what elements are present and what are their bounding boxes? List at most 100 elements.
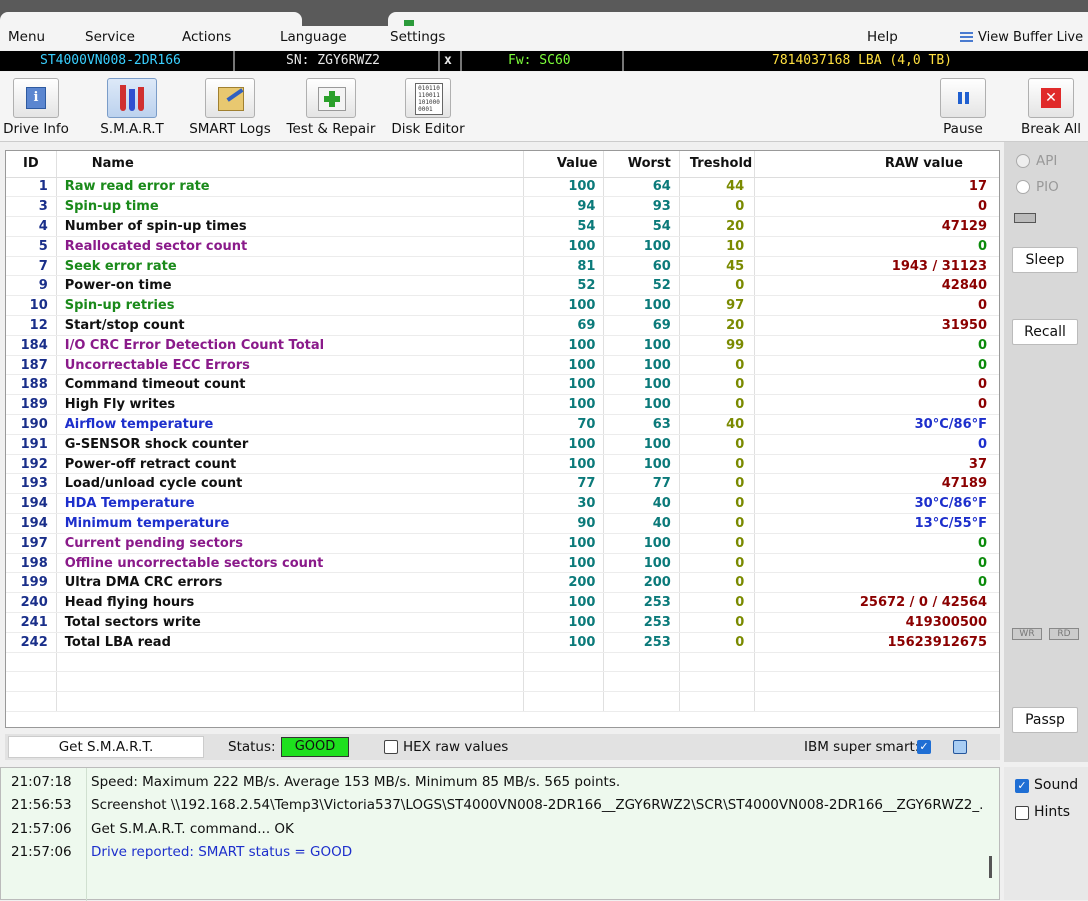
attr-value: 100: [523, 355, 604, 376]
table-row[interactable]: 3 Spin-up time 94 93 0 0: [6, 196, 999, 218]
table-row[interactable]: 194 Minimum temperature 90 40 0 13°C/55°F: [6, 513, 999, 534]
log-time: 21:57:06: [11, 844, 72, 860]
rd-indicator: RD: [1049, 628, 1079, 640]
table-row[interactable]: 198 Offline uncorrectable sectors count 10…: [6, 553, 999, 574]
table-row[interactable]: 240 Head flying hours 100 253 0 25672 / 0 / 4…: [6, 592, 999, 614]
attr-name: Minimum temperature: [56, 513, 524, 534]
table-row[interactable]: 184 I/O CRC Error Detection Count Total 10…: [6, 335, 999, 356]
col-header-threshold[interactable]: Treshold: [678, 151, 755, 178]
table-row[interactable]: 188 Command timeout count 100 100 0 0: [6, 374, 999, 396]
menu-item-language[interactable]: Language: [280, 29, 347, 45]
attr-value: 200: [523, 572, 604, 594]
attr-value: 100: [523, 335, 604, 356]
table-row[interactable]: 12 Start/stop count 69 69 20 31950: [6, 315, 999, 336]
hex-raw-label: HEX raw values: [403, 739, 509, 755]
table-row[interactable]: 187 Uncorrectable ECC Errors 100 100 0 0: [6, 355, 999, 376]
passp-button[interactable]: Passp: [1012, 707, 1078, 733]
break-all-button[interactable]: ✕ Break All: [1001, 78, 1088, 137]
menu-item-service[interactable]: Service: [85, 29, 135, 45]
recall-button[interactable]: Recall: [1012, 319, 1078, 345]
divider: [622, 51, 624, 71]
smart-button[interactable]: S.M.A.R.T: [82, 78, 182, 137]
pause-button[interactable]: Pause: [913, 78, 1013, 137]
smart-attributes-table: ID Name Value Worst Treshold RAW value 1…: [5, 150, 1000, 728]
attr-value: 90: [523, 513, 604, 534]
attr-threshold: 0: [678, 196, 755, 218]
attr-name: Offline uncorrectable sectors count: [56, 553, 524, 574]
pio-radio[interactable]: [1016, 180, 1030, 194]
table-row[interactable]: 1 Raw read error rate 100 64 44 17: [6, 177, 999, 198]
stop-icon: ✕: [1028, 78, 1074, 118]
extra-option-checkbox[interactable]: [953, 740, 967, 754]
menu-item-actions[interactable]: Actions: [182, 29, 231, 45]
smart-logs-button[interactable]: SMART Logs: [180, 78, 280, 137]
table-row[interactable]: 4 Number of spin-up times 54 54 20 47129: [6, 216, 999, 237]
api-radio[interactable]: [1016, 154, 1030, 168]
col-header-id[interactable]: ID: [6, 151, 57, 178]
table-row[interactable]: 191 G-SENSOR shock counter 100 100 0 0: [6, 434, 999, 455]
list-icon: [960, 32, 973, 43]
right-side-panel: [1004, 142, 1088, 762]
attr-worst: 40: [603, 493, 680, 515]
col-header-value[interactable]: Value: [523, 151, 604, 178]
attr-worst: 100: [603, 236, 680, 257]
attr-value: 100: [523, 632, 604, 653]
table-row[interactable]: 192 Power-off retract count 100 100 0 37: [6, 454, 999, 475]
close-drive-button[interactable]: x: [444, 53, 452, 68]
table-row[interactable]: 197 Current pending sectors 100 100 0 0: [6, 533, 999, 554]
menu-item-settings[interactable]: Settings: [390, 29, 445, 45]
sleep-button[interactable]: Sleep: [1012, 247, 1078, 273]
attr-name: Airflow temperature: [56, 414, 524, 435]
table-row[interactable]: 189 High Fly writes 100 100 0 0: [6, 394, 999, 416]
attr-name: Command timeout count: [56, 374, 524, 396]
table-row[interactable]: 241 Total sectors write 100 253 0 419300500: [6, 612, 999, 633]
attr-raw: 0: [754, 394, 999, 416]
attr-threshold: 0: [678, 572, 755, 594]
attr-worst: 100: [603, 355, 680, 376]
attr-id: 187: [6, 355, 57, 376]
log-message: Get S.M.A.R.T. command... OK: [91, 821, 294, 837]
attr-raw: 30°C/86°F: [754, 493, 999, 515]
get-smart-button[interactable]: Get S.M.A.R.T.: [8, 736, 204, 758]
attr-name: G-SENSOR shock counter: [56, 434, 524, 455]
pio-label: PIO: [1036, 179, 1059, 195]
table-row[interactable]: 190 Airflow temperature 70 63 40 30°C/86°F: [6, 414, 999, 435]
col-header-worst[interactable]: Worst: [603, 151, 680, 178]
ibm-super-smart-checkbox[interactable]: ✓: [917, 740, 931, 754]
log-scrollbar[interactable]: [989, 856, 992, 878]
attr-value: 100: [523, 394, 604, 416]
disk-editor-button[interactable]: 010110 110011 101000 0001 Disk Editor: [378, 78, 478, 137]
ibm-super-smart-label: IBM super smart:: [804, 739, 920, 755]
attr-worst: 60: [603, 256, 680, 277]
logs-icon: [205, 78, 255, 118]
table-row[interactable]: 10 Spin-up retries 100 100 97 0: [6, 295, 999, 317]
attr-id: 7: [6, 256, 57, 277]
col-header-raw[interactable]: RAW value: [754, 151, 999, 178]
table-row[interactable]: 5 Reallocated sector count 100 100 10 0: [6, 236, 999, 257]
table-row[interactable]: 7 Seek error rate 81 60 45 1943 / 31123: [6, 256, 999, 277]
table-row[interactable]: 194 HDA Temperature 30 40 0 30°C/86°F: [6, 493, 999, 515]
log-entry: 21:56:53 Screenshot \\192.168.2.54\Temp3\…: [11, 797, 983, 817]
col-header-name[interactable]: Name: [56, 151, 524, 178]
attr-threshold: 99: [678, 335, 755, 356]
attr-threshold: 40: [678, 414, 755, 435]
table-row[interactable]: 193 Load/unload cycle count 77 77 0 47189: [6, 473, 999, 495]
hex-raw-checkbox[interactable]: [384, 740, 398, 754]
attr-raw: 0: [754, 533, 999, 554]
sound-checkbox[interactable]: ✓: [1015, 779, 1029, 793]
table-row[interactable]: 199 Ultra DMA CRC errors 200 200 0 0: [6, 572, 999, 594]
attr-worst: 77: [603, 473, 680, 495]
test-repair-button[interactable]: Test & Repair: [281, 78, 381, 137]
drive-info-button[interactable]: i Drive Info: [0, 78, 86, 137]
hints-checkbox[interactable]: [1015, 806, 1029, 820]
attr-value: 94: [523, 196, 604, 218]
view-buffer-live-button[interactable]: View Buffer Live: [960, 30, 1083, 45]
table-row[interactable]: 242 Total LBA read 100 253 0 15623912675: [6, 632, 999, 653]
log-message: Screenshot \\192.168.2.54\Temp3\Victoria…: [91, 797, 984, 813]
attr-raw: 13°C/55°F: [754, 513, 999, 534]
table-row[interactable]: 9 Power-on time 52 52 0 42840: [6, 275, 999, 297]
menu-item-menu[interactable]: Menu: [8, 29, 45, 45]
attr-raw: 17: [754, 177, 999, 198]
menu-item-help[interactable]: Help: [867, 29, 898, 45]
attr-threshold: 0: [678, 473, 755, 495]
